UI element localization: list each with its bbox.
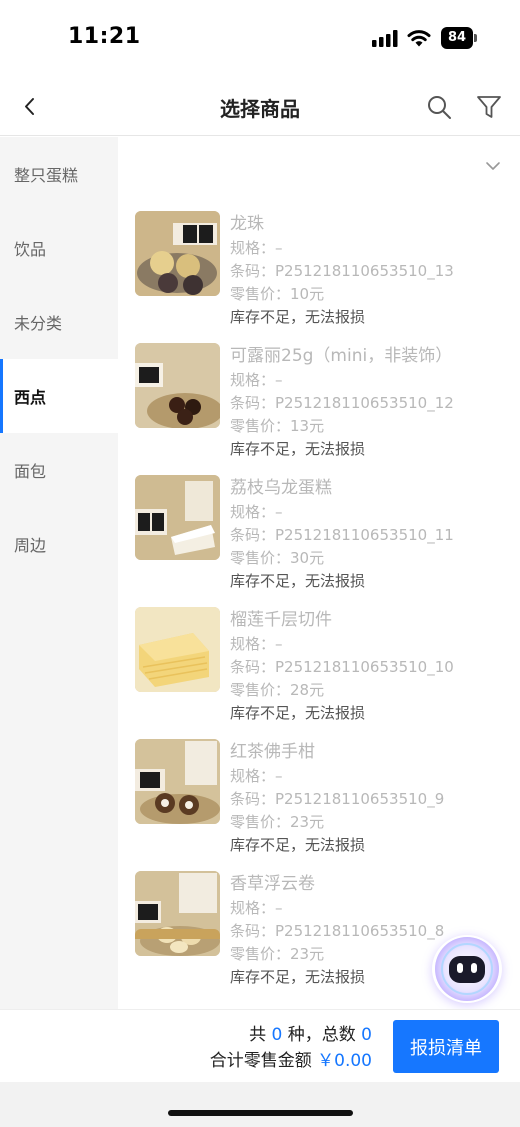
sidebar-item-drinks[interactable]: 饮品 (0, 211, 118, 285)
product-price: 零售价：13元 (230, 417, 325, 435)
loss-list-button[interactable]: 报损清单 (393, 1020, 499, 1073)
product-item[interactable]: 可露丽25g（mini，非装饰） 规格：– 条码：P25121811065351… (118, 343, 520, 475)
summary-prefix: 共 (249, 1025, 267, 1045)
sidebar-item-label: 西点 (14, 388, 47, 407)
product-barcode: 条码：P251218110653510_9 (230, 790, 445, 808)
product-name: 红茶佛手柑 (230, 742, 315, 762)
product-image (135, 929, 220, 939)
filter-icon[interactable] (475, 93, 503, 121)
product-panel: 龙珠 规格：– 条码：P251218110653510_13 零售价：10元 库… (118, 137, 520, 1009)
bottom-safe-area (0, 1082, 520, 1127)
product-item[interactable]: 红茶佛手柑 规格：– 条码：P251218110653510_9 零售价：23元… (118, 739, 520, 871)
product-item[interactable]: 荔枝乌龙蛋糕 规格：– 条码：P251218110653510_11 零售价：3… (118, 475, 520, 607)
product-price: 零售价：10元 (230, 285, 325, 303)
cellular-signal-icon (372, 30, 398, 47)
status-time: 11:21 (68, 24, 141, 49)
product-name: 香草浮云卷 (230, 874, 315, 894)
product-name: 可露丽25g（mini，非装饰） (230, 346, 453, 366)
stock-warning: 库存不足，无法报损 (230, 440, 366, 458)
amount-value: ￥0.00 (317, 1051, 372, 1071)
product-image (135, 343, 220, 428)
product-image (135, 211, 220, 296)
sidebar-item-label: 周边 (14, 536, 47, 555)
product-spec: 规格：– (230, 899, 283, 917)
product-name: 榴莲千层切件 (230, 610, 332, 630)
product-name: 荔枝乌龙蛋糕 (230, 478, 332, 498)
product-barcode: 条码：P251218110653510_10 (230, 658, 454, 676)
footer-bar: 共 0 种，总数 0 合计零售金额 ￥0.00 报损清单 (0, 1009, 520, 1082)
product-image (135, 607, 220, 692)
product-spec: 规格：– (230, 503, 283, 521)
stock-warning: 库存不足，无法报损 (230, 308, 366, 326)
stock-warning: 库存不足，无法报损 (230, 704, 366, 722)
product-spec: 规格：– (230, 767, 283, 785)
summary-mid: 种，总数 (287, 1025, 356, 1045)
summary: 共 0 种，总数 0 合计零售金额 ￥0.00 (210, 1022, 372, 1074)
sidebar-item-label: 饮品 (14, 240, 47, 259)
product-image (135, 739, 220, 824)
product-image (135, 475, 220, 560)
sidebar-item-label: 面包 (14, 462, 47, 481)
product-barcode: 条码：P251218110653510_11 (230, 526, 454, 544)
product-spec: 规格：– (230, 371, 283, 389)
stock-warning: 库存不足，无法报损 (230, 836, 366, 854)
product-price: 零售价：30元 (230, 549, 325, 567)
battery-icon: 84 (441, 27, 477, 49)
sidebar-item-uncategorized[interactable]: 未分类 (0, 285, 118, 359)
kinds-count: 0 (271, 1025, 283, 1045)
product-price: 零售价：23元 (230, 813, 325, 831)
sidebar-item-pastry[interactable]: 西点 (0, 359, 118, 433)
sidebar-item-merch[interactable]: 周边 (0, 507, 118, 581)
product-item[interactable]: 龙珠 规格：– 条码：P251218110653510_13 零售价：10元 库… (118, 211, 520, 343)
home-indicator (168, 1110, 353, 1116)
product-spec: 规格：– (230, 239, 283, 257)
product-barcode: 条码：P251218110653510_12 (230, 394, 454, 412)
summary-count-line: 共 0 种，总数 0 (210, 1022, 372, 1048)
summary-amount-line: 合计零售金额 ￥0.00 (210, 1048, 372, 1074)
assistant-bot-icon[interactable] (432, 935, 502, 1003)
product-barcode: 条码：P251218110653510_13 (230, 262, 454, 280)
product-name: 龙珠 (230, 214, 264, 234)
battery-level: 84 (441, 27, 473, 49)
sidebar-item-label: 未分类 (14, 314, 63, 333)
product-spec: 规格：– (230, 635, 283, 653)
nav-bar: 选择商品 (0, 78, 520, 136)
total-count: 0 (361, 1025, 372, 1045)
product-image (135, 871, 220, 956)
product-price: 零售价：28元 (230, 681, 325, 699)
chevron-down-icon[interactable] (482, 155, 504, 177)
status-bar: 11:21 84 (0, 0, 520, 78)
sidebar-item-bread[interactable]: 面包 (0, 433, 118, 507)
stock-warning: 库存不足，无法报损 (230, 572, 366, 590)
wifi-icon (407, 30, 431, 47)
amount-label: 合计零售金额 (209, 1051, 312, 1071)
sidebar-item-label: 整只蛋糕 (14, 166, 79, 185)
search-icon[interactable] (426, 94, 452, 120)
sidebar-item-whole-cake[interactable]: 整只蛋糕 (0, 137, 118, 211)
product-item[interactable]: 榴莲千层切件 规格：– 条码：P251218110653510_10 零售价：2… (118, 607, 520, 739)
category-sidebar: 整只蛋糕 饮品 未分类 西点 面包 周边 (0, 137, 118, 1009)
product-list: 龙珠 规格：– 条码：P251218110653510_13 零售价：10元 库… (118, 211, 520, 1003)
